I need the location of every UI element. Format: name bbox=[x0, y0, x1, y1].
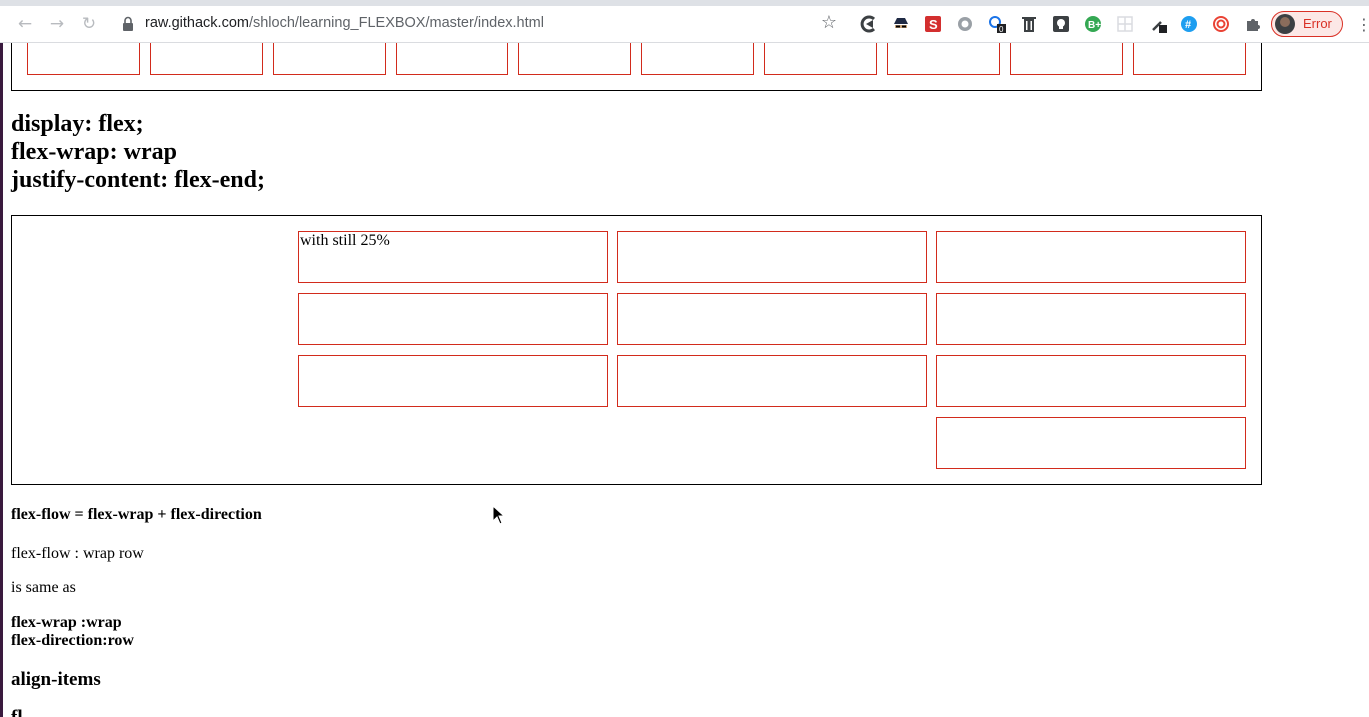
ublock-icon[interactable] bbox=[860, 15, 878, 33]
flex-item bbox=[518, 43, 631, 75]
svg-text:#: # bbox=[1185, 19, 1191, 31]
flexflow-line-3: flex-wrap :wrap bbox=[11, 614, 122, 631]
flex-item bbox=[27, 43, 140, 75]
lightbulb-icon[interactable] bbox=[1052, 15, 1070, 33]
flex-item bbox=[617, 231, 927, 283]
section-heading-line-2: flex-wrap: wrap bbox=[11, 139, 177, 165]
hash-icon[interactable]: # bbox=[1180, 15, 1198, 33]
green-b-icon[interactable]: B+ bbox=[1084, 15, 1102, 33]
back-icon[interactable]: ← bbox=[14, 13, 36, 35]
flex-item bbox=[936, 355, 1246, 407]
flex-container-wrap-end: with still 25% bbox=[11, 215, 1262, 485]
badge-counter-icon[interactable]: 0 bbox=[988, 15, 1006, 33]
flex-item bbox=[1133, 43, 1246, 75]
puzzle-icon[interactable] bbox=[1244, 15, 1262, 33]
flexflow-line-4: flex-direction:row bbox=[11, 632, 134, 649]
circle-icon[interactable] bbox=[956, 15, 974, 33]
spiral-icon[interactable] bbox=[1212, 15, 1230, 33]
flex-item bbox=[887, 43, 1000, 75]
flex-item bbox=[617, 293, 927, 345]
svg-text:B+: B+ bbox=[1088, 20, 1101, 31]
next-heading-partial: fl bbox=[11, 707, 23, 717]
profile-error-label: Error bbox=[1303, 16, 1332, 31]
page-viewport[interactable]: display: flex; flex-wrap: wrap justify-c… bbox=[0, 43, 1369, 717]
align-items-title: align-items bbox=[11, 669, 101, 690]
flex-item bbox=[936, 293, 1246, 345]
mouse-cursor-icon bbox=[492, 505, 506, 525]
lock-icon[interactable] bbox=[122, 16, 134, 32]
browser-toolbar: ← → ↻ raw.githack.com/shloch/learning_FL… bbox=[0, 6, 1369, 43]
forward-icon[interactable]: → bbox=[46, 13, 68, 35]
flex-item bbox=[936, 417, 1246, 469]
flexflow-line-2: is same as bbox=[11, 579, 76, 596]
svg-text:0: 0 bbox=[999, 25, 1004, 33]
flex-item-text: with still 25% bbox=[300, 232, 390, 249]
profile-button[interactable]: Error bbox=[1271, 11, 1343, 37]
flex-item bbox=[641, 43, 754, 75]
grid-icon[interactable] bbox=[1116, 15, 1134, 33]
flexflow-title: flex-flow = flex-wrap + flex-direction bbox=[11, 506, 262, 523]
flex-item bbox=[273, 43, 386, 75]
s-red-icon[interactable]: S bbox=[924, 15, 942, 33]
flex-item-1: with still 25% bbox=[298, 231, 608, 283]
svg-text:S: S bbox=[929, 17, 938, 32]
window-edge bbox=[0, 43, 3, 717]
avatar bbox=[1275, 14, 1295, 34]
flex-item bbox=[617, 355, 927, 407]
flexflow-line-1: flex-flow : wrap row bbox=[11, 545, 144, 562]
bookmark-star-icon[interactable]: ☆ bbox=[818, 12, 840, 34]
flex-item bbox=[298, 293, 608, 345]
flex-item bbox=[936, 231, 1246, 283]
reload-icon[interactable]: ↻ bbox=[78, 13, 100, 35]
flex-item bbox=[764, 43, 877, 75]
trash-icon[interactable] bbox=[1020, 15, 1038, 33]
flex-item bbox=[150, 43, 263, 75]
url-host: raw.githack.com bbox=[145, 15, 249, 31]
section-heading-line-1: display: flex; bbox=[11, 111, 144, 137]
spy-icon[interactable] bbox=[892, 15, 910, 33]
flex-item bbox=[298, 355, 608, 407]
flex-item bbox=[396, 43, 508, 75]
section-heading-line-3: justify-content: flex-end; bbox=[11, 167, 265, 193]
dropper-icon[interactable] bbox=[1150, 15, 1168, 33]
address-bar[interactable]: raw.githack.com/shloch/learning_FLEXBOX/… bbox=[145, 15, 544, 31]
url-path: /shloch/learning_FLEXBOX/master/index.ht… bbox=[248, 15, 544, 31]
flex-item bbox=[1010, 43, 1123, 75]
menu-kebab-icon[interactable]: ⋮ bbox=[1356, 15, 1369, 34]
flex-container-previous bbox=[11, 43, 1262, 91]
